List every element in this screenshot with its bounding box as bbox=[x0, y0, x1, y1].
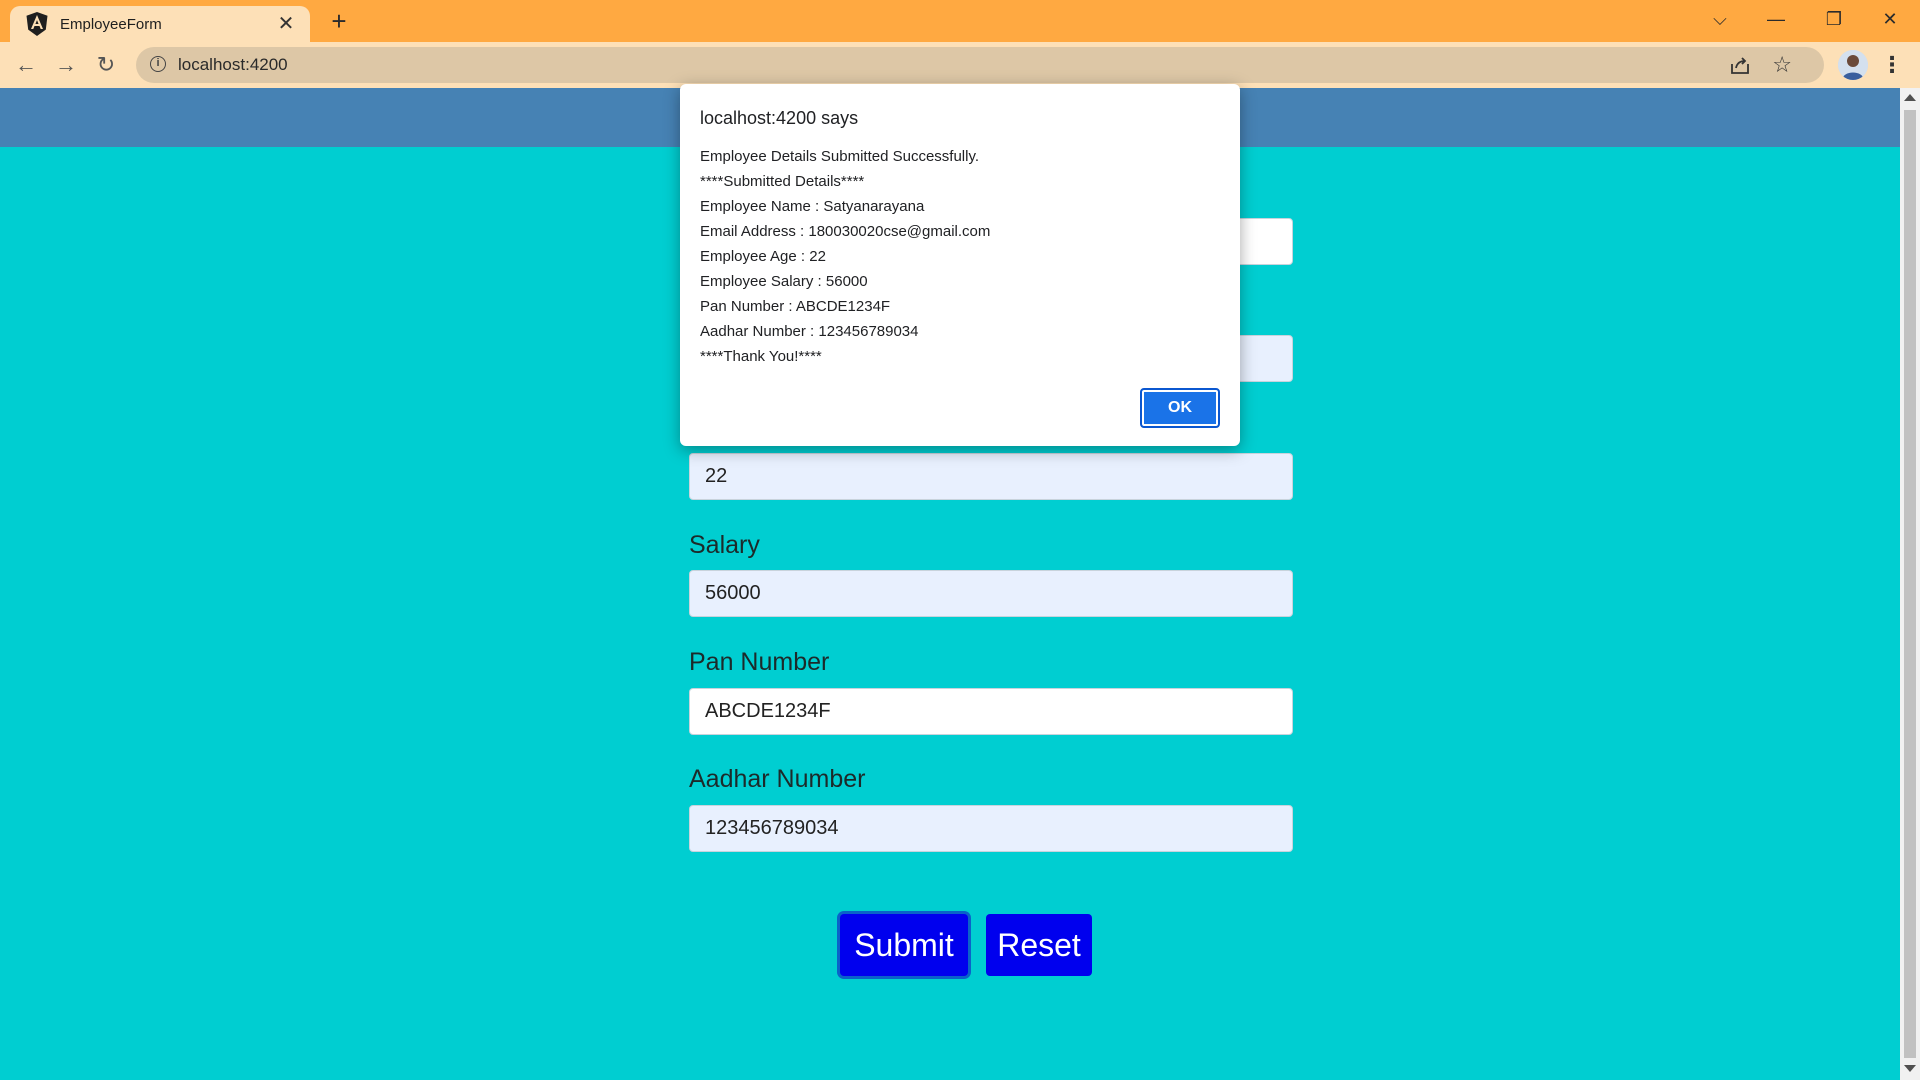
tab-title: EmployeeForm bbox=[60, 15, 162, 33]
alert-dialog: localhost:4200 says Employee Details Sub… bbox=[680, 84, 1240, 446]
url-text[interactable]: localhost:4200 bbox=[178, 47, 288, 83]
browser-menu-icon[interactable]: ⋮ bbox=[1880, 48, 1904, 82]
dialog-message-line: Employee Salary : 56000 bbox=[700, 273, 868, 290]
scroll-up-arrow-icon[interactable] bbox=[1904, 94, 1916, 101]
restore-button[interactable]: ❐ bbox=[1806, 0, 1862, 40]
browser-tab-strip: EmployeeForm ✕ + ⌵ — ❐ ✕ bbox=[0, 0, 1920, 42]
aadhar-number-label: Aadhar Number bbox=[689, 765, 866, 793]
forward-button[interactable]: → bbox=[48, 48, 84, 82]
dialog-message-line: Aadhar Number : 123456789034 bbox=[700, 323, 919, 340]
site-info-icon[interactable]: i bbox=[150, 56, 166, 72]
share-icon[interactable] bbox=[1728, 53, 1752, 77]
tab-close-icon[interactable]: ✕ bbox=[274, 12, 298, 36]
angular-logo-icon bbox=[26, 12, 48, 36]
salary-label: Salary bbox=[689, 531, 760, 559]
reset-button[interactable]: Reset bbox=[986, 914, 1092, 976]
pan-number-label: Pan Number bbox=[689, 648, 830, 676]
age-field[interactable]: 22 bbox=[689, 453, 1293, 500]
scrollbar-thumb[interactable] bbox=[1904, 110, 1916, 1058]
salary-field[interactable]: 56000 bbox=[689, 570, 1293, 617]
dialog-message-line: Email Address : 180030020cse@gmail.com bbox=[700, 223, 991, 240]
profile-avatar[interactable] bbox=[1838, 50, 1868, 80]
minimize-button[interactable]: — bbox=[1748, 0, 1804, 40]
dialog-message-line: Employee Age : 22 bbox=[700, 248, 826, 265]
close-window-button[interactable]: ✕ bbox=[1862, 0, 1918, 40]
profile-picture-icon bbox=[1838, 50, 1868, 80]
back-button[interactable]: ← bbox=[8, 48, 44, 82]
dialog-title: localhost:4200 says bbox=[700, 108, 859, 128]
dialog-message-line: Employee Name : Satyanarayana bbox=[700, 198, 925, 215]
aadhar-number-field[interactable]: 123456789034 bbox=[689, 805, 1293, 852]
pan-number-field[interactable]: ABCDE1234F bbox=[689, 688, 1293, 735]
dialog-message-line: Pan Number : ABCDE1234F bbox=[700, 298, 891, 315]
dialog-message: Employee Details Submitted Successfully.… bbox=[700, 144, 990, 369]
dialog-message-line: ****Thank You!**** bbox=[700, 348, 822, 365]
page-scrollbar[interactable] bbox=[1900, 88, 1920, 1080]
address-bar[interactable]: i localhost:4200 ☆ bbox=[136, 47, 1824, 83]
submit-button[interactable]: Submit bbox=[840, 914, 968, 976]
dialog-message-line: ****Submitted Details**** bbox=[700, 173, 865, 190]
bookmark-star-icon[interactable]: ☆ bbox=[1772, 51, 1792, 79]
tab-search-dropdown-icon[interactable]: ⌵ bbox=[1692, 0, 1748, 40]
ok-button[interactable]: OK bbox=[1140, 388, 1220, 428]
browser-tab[interactable]: EmployeeForm ✕ bbox=[10, 6, 310, 42]
scroll-down-arrow-icon[interactable] bbox=[1904, 1065, 1916, 1072]
new-tab-button[interactable]: + bbox=[324, 6, 354, 36]
reload-button[interactable]: ↻ bbox=[88, 48, 124, 82]
dialog-message-line: Employee Details Submitted Successfully. bbox=[700, 148, 980, 165]
browser-toolbar: ← → ↻ i localhost:4200 ☆ ⋮ bbox=[0, 42, 1920, 88]
